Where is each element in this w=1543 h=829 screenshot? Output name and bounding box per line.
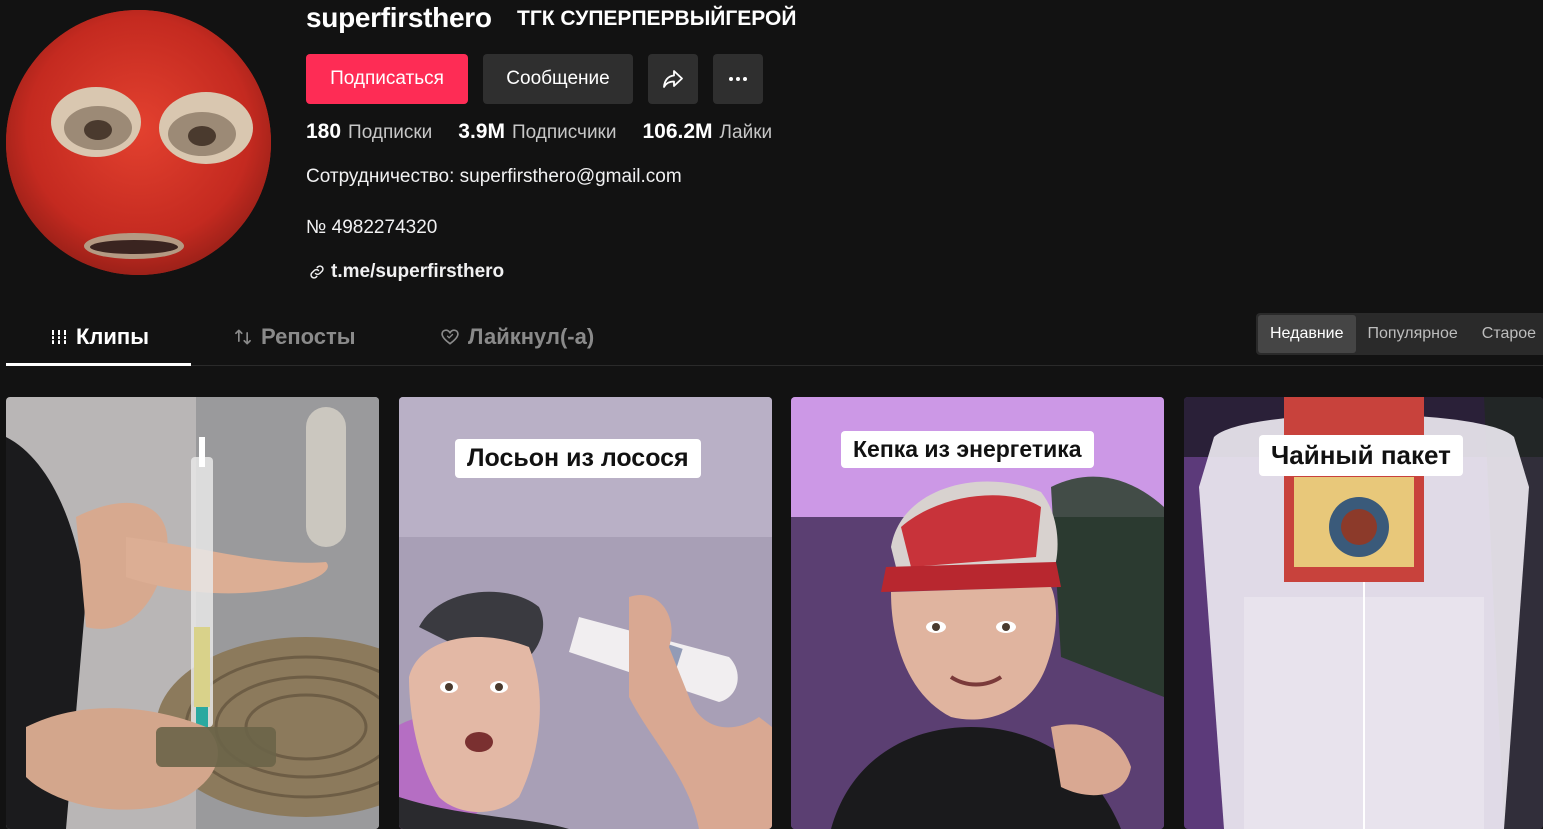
video-card[interactable] (6, 397, 379, 829)
bio-link-text: t.me/superfirsthero (331, 261, 505, 282)
following-label: Подписки (348, 122, 433, 143)
profile-stats: 180 Подписки 3.9M Подписчики 106.2M Лайк… (306, 120, 798, 144)
share-button[interactable] (648, 54, 698, 104)
video-caption: Чайный пакет (1259, 435, 1463, 476)
video-card[interactable]: Лосьон из лосося (399, 397, 772, 829)
profile-username: superfirsthero (306, 2, 492, 33)
repost-icon (235, 329, 251, 345)
likes-count: 106.2M (642, 120, 713, 143)
follow-button[interactable]: Подписаться (306, 54, 468, 104)
profile-avatar[interactable] (6, 10, 271, 275)
video-caption: Кепка из энергетика (841, 431, 1094, 468)
grid-icon (51, 330, 67, 344)
followers-stat[interactable]: 3.9M Подписчики (458, 120, 616, 144)
more-button[interactable] (713, 54, 763, 104)
following-stat[interactable]: 180 Подписки (306, 120, 432, 144)
sort-popular[interactable]: Популярное (1356, 315, 1470, 353)
masked-face-avatar-image (6, 10, 271, 275)
tab-liked[interactable]: Лайкнул(-а) (440, 324, 594, 350)
video-card[interactable]: Кепка из энергетика (791, 397, 1164, 829)
sort-recent[interactable]: Недавние (1258, 315, 1356, 353)
video-thumbnail-syringe (6, 397, 379, 829)
more-icon (729, 77, 747, 81)
bio-number: № 4982274320 (306, 217, 438, 238)
likes-stat: 106.2M Лайки (643, 120, 773, 144)
video-card[interactable]: Чайный пакет (1184, 397, 1543, 829)
tab-reposts-label: Репосты (261, 324, 356, 349)
sort-selector: Недавние Популярное Старое (1256, 313, 1543, 355)
followers-count: 3.9M (458, 120, 505, 143)
likes-label: Лайки (719, 122, 773, 143)
active-tab-indicator (6, 363, 191, 366)
tab-reposts[interactable]: Репосты (233, 324, 356, 350)
profile-nickname: ТГК СУПЕРПЕРВЫЙГЕРОЙ (517, 7, 797, 30)
message-button[interactable]: Сообщение (483, 54, 633, 104)
following-count: 180 (306, 120, 342, 143)
sort-oldest[interactable]: Старое (1470, 315, 1543, 353)
followers-label: Подписчики (511, 122, 617, 143)
tab-clips-label: Клипы (76, 324, 150, 349)
video-caption: Лосьон из лосося (455, 439, 701, 478)
tab-liked-label: Лайкнул(-а) (468, 324, 595, 349)
bio-link[interactable]: t.me/superfirsthero (308, 261, 504, 283)
link-icon (310, 265, 324, 279)
share-icon (663, 70, 683, 88)
tab-clips[interactable]: Клипы (50, 324, 149, 350)
liked-heart-icon (441, 329, 459, 345)
bio-contact: Сотрудничество: superfirsthero@gmail.com (306, 166, 682, 187)
